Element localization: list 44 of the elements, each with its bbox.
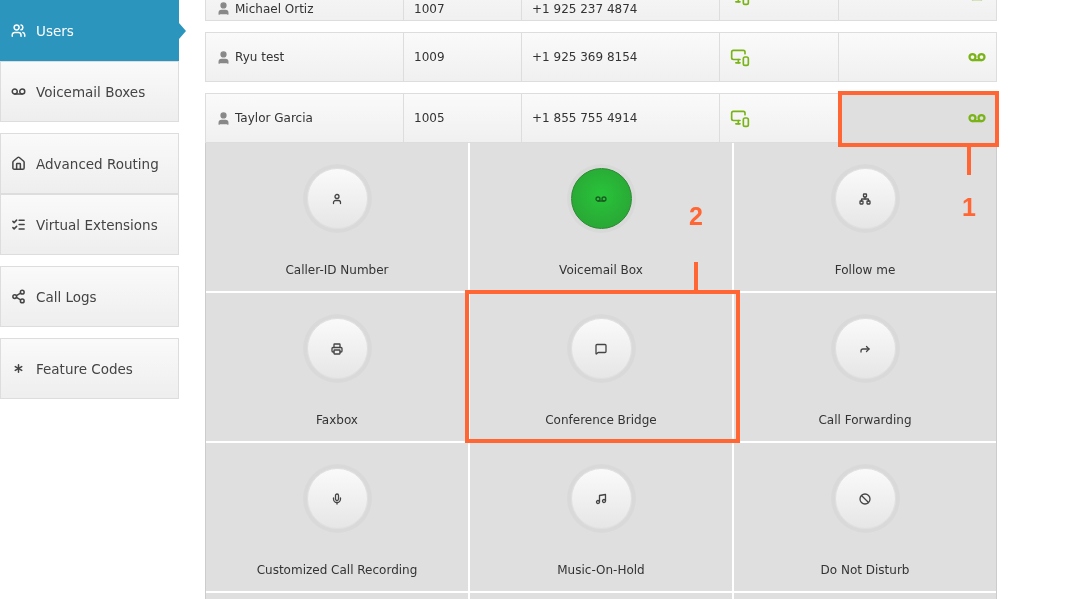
feature-icon [595,342,607,355]
sidebar-icon [11,156,26,171]
feature-icon [595,492,607,505]
step-number: 2 [689,202,703,231]
feature-label: Conference Bridge [545,413,657,427]
feature-label: Customized Call Recording [256,563,418,577]
feature-icon [859,192,871,205]
feature-icon [331,492,343,505]
phone-cell: +1 855 755 4914 [522,93,720,143]
feature-icon [331,192,343,205]
sidebar-item[interactable]: Virtual Extensions [0,194,179,255]
name-cell: Michael Ortiz [205,0,404,21]
feature-icon [331,342,343,355]
feature-label: Call Forwarding [818,413,912,427]
feature-label: Voicemail Box [559,263,643,277]
extension-cell: 1009 [404,32,522,82]
desk-phone-icon [730,47,750,67]
feature-label: Music-On-Hold [557,563,645,577]
sidebar-item[interactable]: Advanced Routing [0,133,179,194]
sidebar-icon [11,23,26,38]
sidebar-item[interactable]: Call Logs [0,266,179,327]
extension-cell: 1005 [404,93,522,143]
feature-label: Faxbox [316,413,358,427]
user-icon [216,110,231,126]
user-icon [216,49,231,65]
extension-cell: 1007 [404,0,522,21]
sidebar-item[interactable]: Feature Codes [0,338,179,399]
phone-cell: +1 925 237 4874 [522,0,720,21]
sidebar-icon [11,217,26,232]
feature-label: Caller-ID Number [285,263,389,277]
sidebar-item[interactable]: Voicemail Boxes [0,61,179,122]
user-icon [216,1,231,16]
desk-phone-icon [730,108,750,128]
phone-cell: +1 925 369 8154 [522,32,720,82]
voicemail-cell[interactable] [839,32,997,82]
step-number: 1 [962,193,976,222]
feature-label: Do Not Disturb [820,563,910,577]
name-cell: Ryu test [205,32,404,82]
sidebar-icon [11,289,26,304]
selection-pointer [179,22,186,39]
feature-icon [859,492,871,505]
feature-label: Follow me [834,263,896,277]
feature-button[interactable] [570,168,632,229]
name-cell: Taylor Garcia [205,93,404,143]
